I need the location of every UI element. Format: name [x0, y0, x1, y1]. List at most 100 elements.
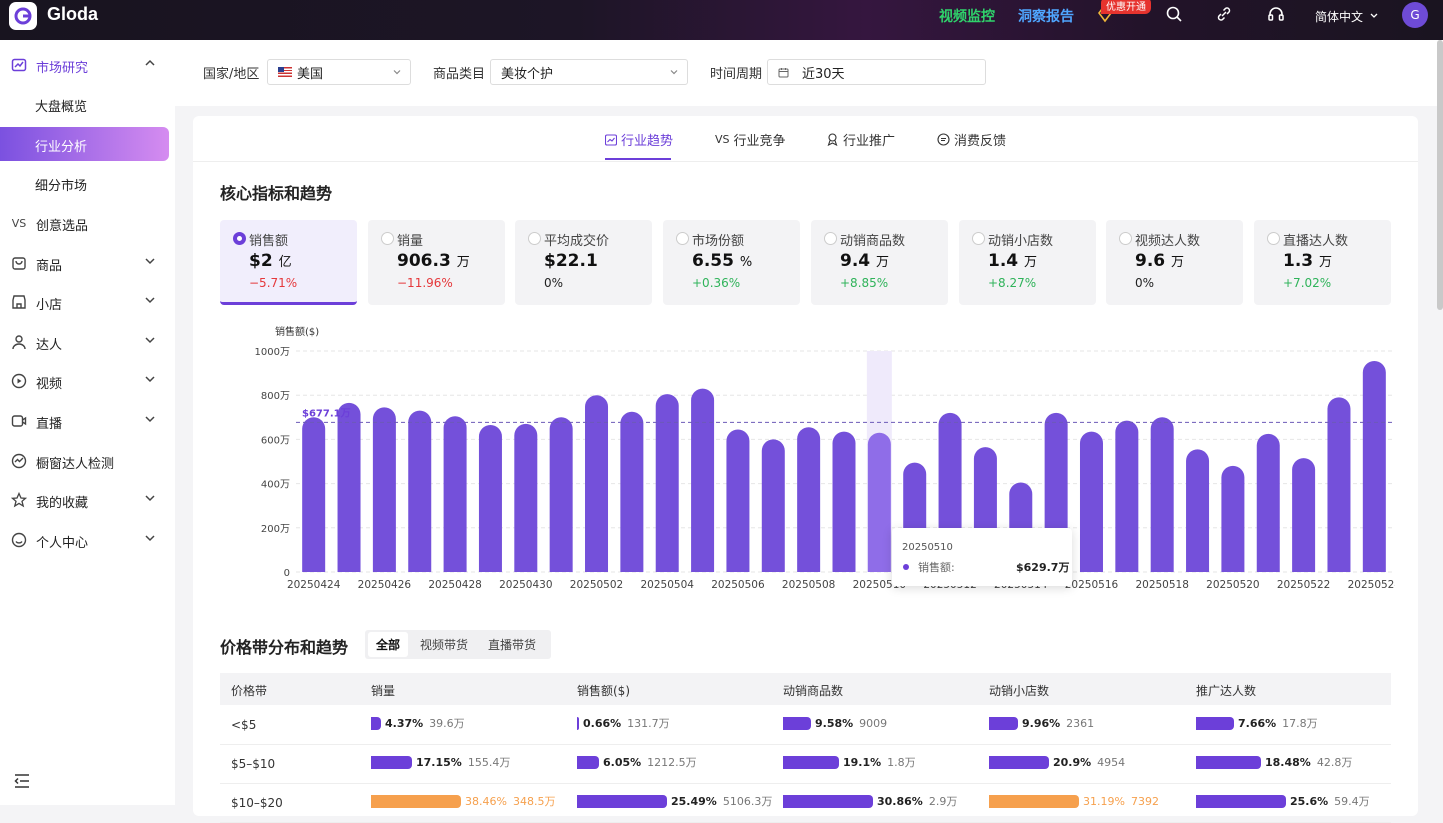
x-tick-label: 20250506 — [711, 579, 765, 591]
table-cell: 31.19% 7392 — [989, 794, 1159, 808]
absolute-value: 17.8万 — [1282, 717, 1318, 730]
col-active-shops[interactable]: 动销小店数 — [989, 682, 1049, 699]
tab-industry-competition[interactable]: VS 行业竞争 — [715, 130, 786, 149]
link-icon[interactable] — [1215, 5, 1233, 23]
metric-radio[interactable] — [824, 232, 837, 245]
page-scrollbar[interactable] — [1437, 40, 1443, 310]
metric-radio[interactable] — [1119, 232, 1132, 245]
metric-radio[interactable] — [381, 232, 394, 245]
video-monitor-link[interactable]: 视频监控 — [939, 6, 995, 26]
sidebar-item-creative-selection[interactable]: VS 创意选品 — [0, 206, 175, 240]
active-tab-indicator — [605, 158, 671, 160]
metric-card[interactable]: 直播达人数 1.3 万 +7.02% — [1254, 220, 1391, 305]
tab-industry-trend[interactable]: 行业趋势 — [605, 130, 673, 149]
table-row: $10–$20 38.46% 348.5万 25.49% 5106.3万 30.86% 2.… — [220, 784, 1391, 823]
table-cell: 9.96% 2361 — [989, 716, 1094, 730]
metric-card[interactable]: 平均成交价 $22.1 0% — [515, 220, 652, 305]
insight-report-link[interactable]: 洞察报告 — [1018, 6, 1074, 26]
sidebar-item-favorites[interactable]: 我的收藏 — [0, 483, 175, 517]
sidebar-item-profile[interactable]: 个人中心 — [0, 523, 175, 557]
chart-bar — [1362, 360, 1386, 572]
metric-radio[interactable] — [972, 232, 985, 245]
headset-icon[interactable] — [1267, 5, 1285, 23]
metric-change: +8.27% — [988, 276, 1037, 290]
chart-bar — [549, 417, 573, 572]
language-selector[interactable]: 简体中文 — [1315, 8, 1363, 25]
promotion-icon — [827, 133, 838, 146]
segment-all[interactable]: 全部 — [368, 632, 409, 657]
x-tick-label: 20250428 — [428, 579, 481, 591]
metric-card[interactable]: 销量 906.3 万 −11.96% — [368, 220, 505, 305]
average-label: $677.1万 — [302, 407, 351, 419]
trend-icon — [605, 133, 617, 146]
sidebar-item-live[interactable]: 直播 — [0, 404, 175, 438]
metric-radio[interactable] — [1267, 232, 1280, 245]
sidebar-item-shops[interactable]: 小店 — [0, 285, 175, 319]
search-icon[interactable] — [1165, 5, 1183, 23]
tooltip-label: 销售额: — [918, 561, 955, 574]
share-bar — [577, 794, 667, 808]
brand-logo[interactable] — [9, 2, 37, 30]
metric-name: 销售额 — [249, 234, 289, 249]
chart-bar — [691, 388, 715, 572]
absolute-value: 4954 — [1097, 755, 1126, 769]
chart-bar — [372, 407, 396, 572]
metric-card[interactable]: 动销小店数 1.4 万 +8.27% — [959, 220, 1096, 305]
share-percent: 20.9% — [1053, 755, 1092, 769]
vs-icon: VS — [715, 133, 730, 146]
chart-bar — [726, 429, 750, 572]
chart-bar — [478, 425, 502, 572]
chart-bar — [1079, 431, 1103, 572]
price-table-header: 价格带 销量 销售额($) 动销商品数 动销小店数 推广达人数 — [220, 673, 1391, 705]
avatar[interactable]: G — [1402, 2, 1428, 28]
sidebar-item-market-research[interactable]: 市场研究 — [0, 48, 175, 82]
sidebar-item-videos[interactable]: 视频 — [0, 364, 175, 398]
share-bar — [371, 716, 381, 730]
sidebar-item-overview[interactable]: 大盘概览 — [0, 87, 175, 121]
metric-card[interactable]: 动销商品数 9.4 万 +8.85% — [811, 220, 948, 305]
col-promo-creators[interactable]: 推广达人数 — [1196, 682, 1256, 699]
period-select[interactable]: 近30天 — [767, 59, 986, 85]
col-sales[interactable]: 销售额($) — [577, 682, 630, 699]
metric-card[interactable]: 视频达人数 9.6 万 0% — [1106, 220, 1243, 305]
sidebar-item-segment-market[interactable]: 细分市场 — [0, 166, 175, 200]
y-tick-label: 200万 — [261, 524, 290, 535]
share-percent: 18.48% — [1265, 755, 1311, 769]
metric-card[interactable]: 市场份额 6.55 % +0.36% — [663, 220, 800, 305]
metric-radio[interactable] — [676, 232, 689, 245]
table-row: <$5 4.37% 39.6万 0.66% 131.7万 9.58% 9009 9.96% 23… — [220, 706, 1391, 745]
col-volume[interactable]: 销量 — [371, 682, 395, 699]
tab-industry-promotion[interactable]: 行业推广 — [826, 130, 895, 149]
play-icon — [11, 373, 27, 389]
metric-radio[interactable] — [528, 232, 541, 245]
share-percent: 9.96% — [1022, 716, 1061, 730]
collapse-sidebar-icon[interactable] — [13, 772, 31, 790]
category-select[interactable]: 美妆个护 — [490, 59, 688, 85]
sidebar-item-showcase-detection[interactable]: 橱窗达人检测 — [0, 444, 175, 478]
sidebar-item-products[interactable]: 商品 — [0, 246, 175, 280]
live-camera-icon — [11, 415, 27, 427]
metric-radio[interactable] — [233, 232, 246, 245]
country-select[interactable]: 美国 — [267, 59, 411, 85]
metric-change: +7.02% — [1283, 276, 1332, 290]
table-cell: 19.1% 1.8万 — [783, 755, 916, 769]
segment-live[interactable]: 直播带货 — [480, 632, 544, 657]
table-cell: 17.15% 155.4万 — [371, 755, 510, 769]
metric-name: 视频达人数 — [1135, 234, 1201, 249]
metric-name: 平均成交价 — [544, 234, 610, 249]
user-icon — [12, 335, 26, 350]
tooltip-date: 20250510 — [902, 542, 953, 553]
sidebar-item-creators[interactable]: 达人 — [0, 325, 175, 359]
metric-change: 0% — [544, 276, 564, 290]
chart-bar — [867, 432, 891, 572]
sidebar-item-industry-analysis[interactable]: 行业分析 — [0, 127, 169, 161]
chevron-down-icon — [393, 70, 401, 75]
share-bar — [1196, 794, 1286, 808]
col-active-products[interactable]: 动销商品数 — [783, 682, 843, 699]
metric-name: 动销商品数 — [840, 234, 906, 249]
tab-consumer-feedback[interactable]: 消费反馈 — [937, 130, 1006, 149]
metric-change: −5.71% — [249, 276, 298, 290]
segment-video[interactable]: 视频带货 — [412, 632, 476, 657]
metric-card[interactable]: 销售额 $2 亿 −5.71% — [220, 220, 357, 305]
table-cell: 0.66% 131.7万 — [577, 716, 670, 730]
